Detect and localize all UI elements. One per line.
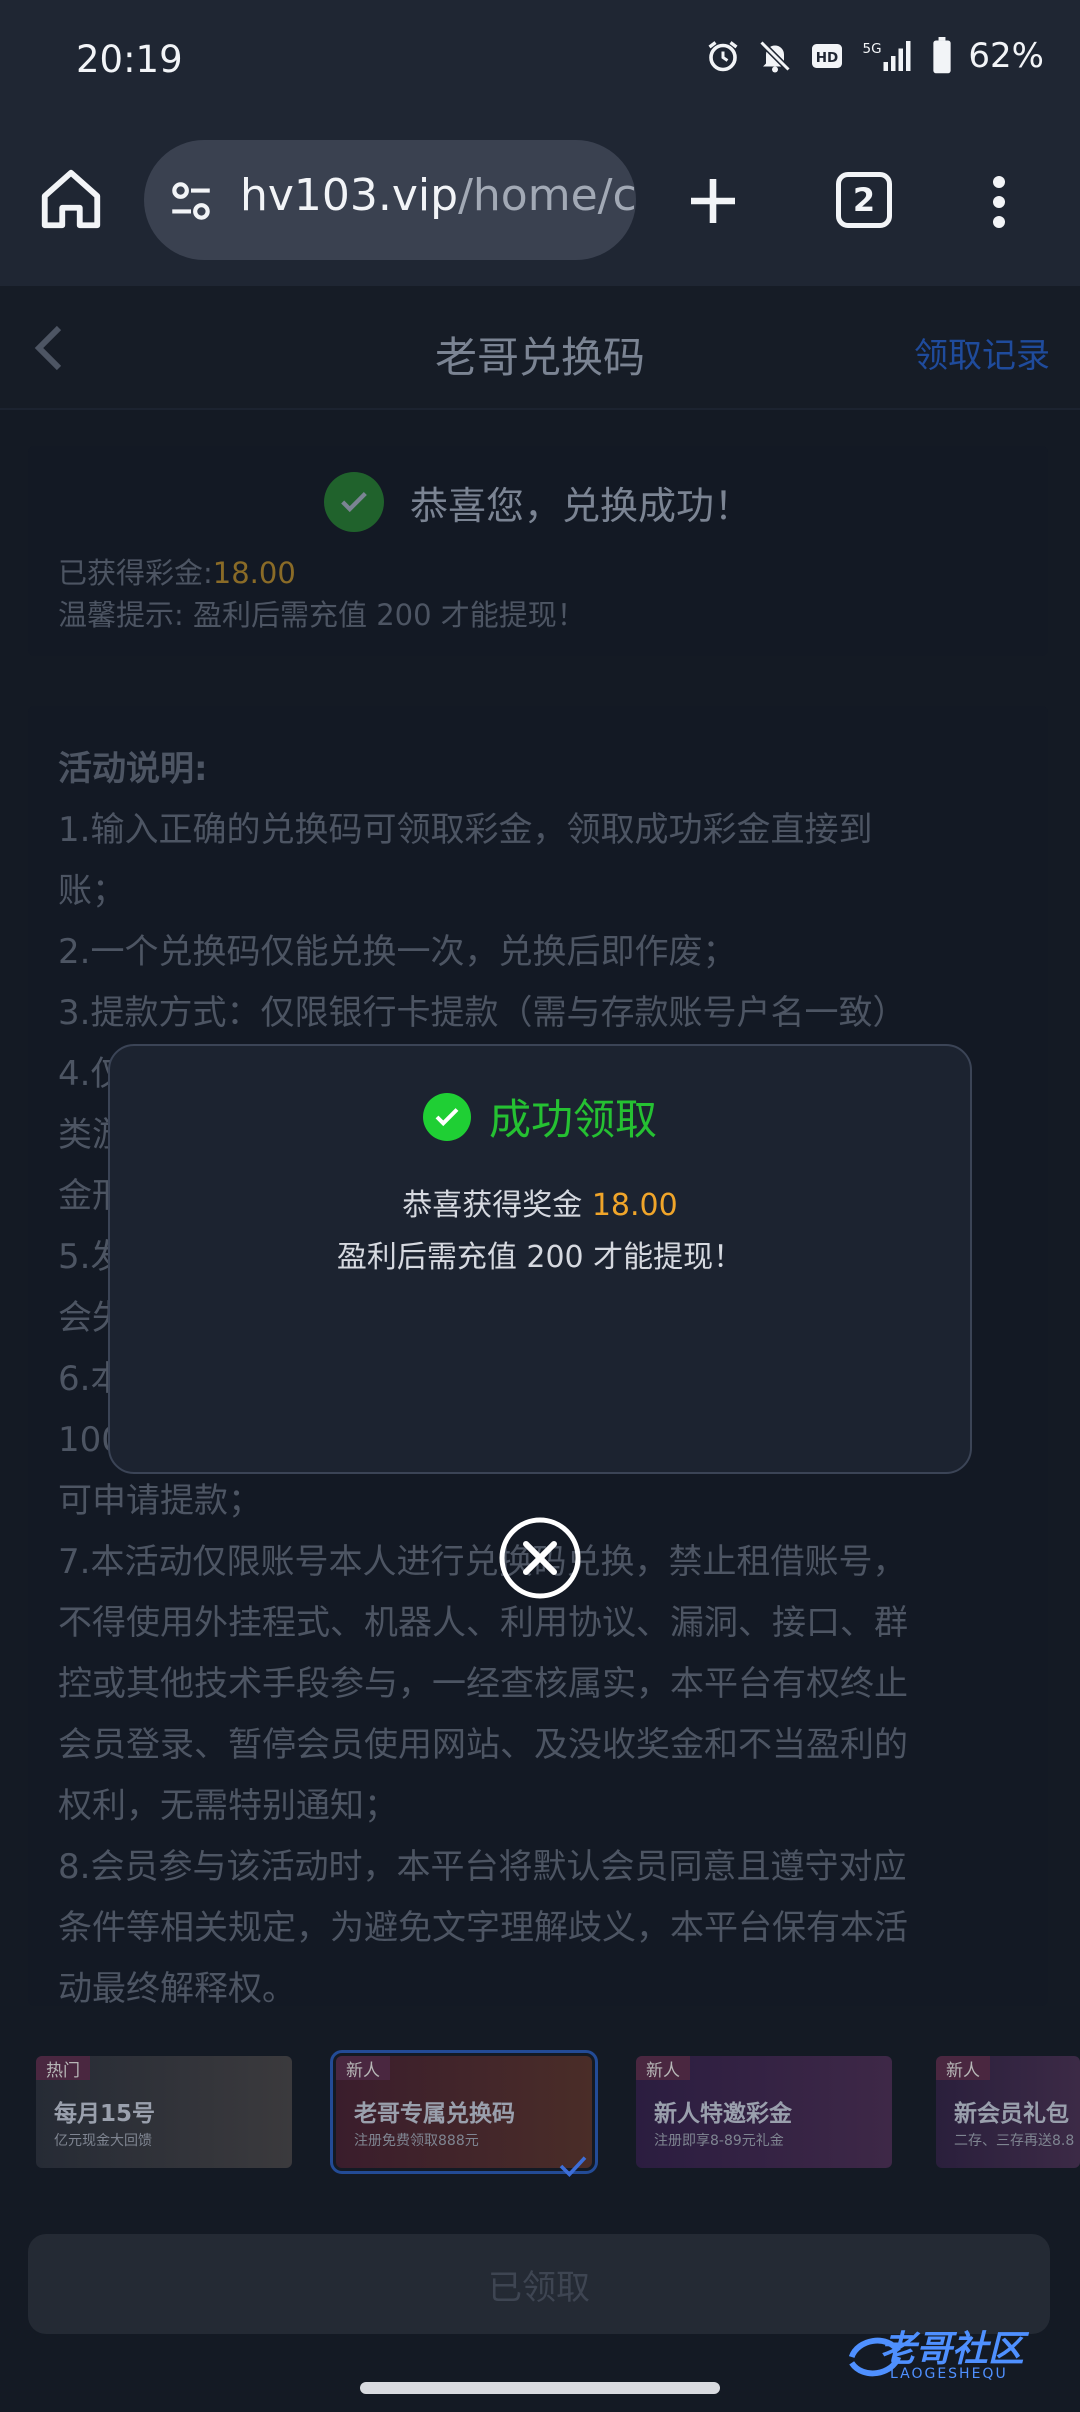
watermark-text: 老哥社区 (880, 2329, 1025, 2370)
bonus-line: 恭喜获得奖金 18.00 (110, 1180, 970, 1224)
bonus-label: 恭喜获得奖金 (402, 1188, 583, 1223)
bell-off-icon (756, 37, 794, 75)
hd-icon: HD (808, 37, 846, 75)
dialog-title: 成功领取 (488, 1095, 657, 1144)
address-bar[interactable]: hv103.vip/home/c (144, 140, 636, 260)
close-icon[interactable] (498, 1516, 582, 1600)
banner-title: 新人特邀彩金 (654, 2101, 792, 2127)
promo-banner-selected[interactable]: 新人 老哥专属兑换码 注册免费领取888元 (330, 2050, 598, 2174)
rule-line: 1.输入正确的兑换码可领取彩金，领取成功彩金直接到 (58, 810, 873, 850)
watermark-logo: 老哥社区 LAOGESHEQU (840, 2316, 1070, 2396)
promo-banner[interactable]: 新人 新人特邀彩金 注册即享8-89元礼金 (636, 2056, 892, 2168)
promo-carousel: 热门 每月15号 亿元现金大回馈 新人 老哥专属兑换码 注册免费领取888元 新… (0, 2050, 1080, 2216)
banner-subtitle: 注册即享8-89元礼金 (654, 2133, 784, 2149)
withdraw-requirement: 盈利后需充值 200 才能提现！ (336, 1240, 744, 1275)
success-dialog: 成功领取 恭喜获得奖金 18.00 盈利后需充值 200 才能提现！ (108, 1044, 972, 1474)
page-header: 老哥兑换码 领取记录 (0, 286, 1080, 410)
banner-tag: 新人 (636, 2056, 690, 2081)
banner-tag: 新人 (336, 2056, 390, 2081)
svg-text:5G: 5G (863, 41, 882, 57)
bonus-amount: 18.00 (591, 1188, 678, 1223)
battery-percent: 62% (968, 36, 1044, 76)
activity-heading: 活动说明: (58, 749, 208, 789)
banner-subtitle: 亿元现金大回馈 (54, 2133, 152, 2149)
promo-banner[interactable]: 新人 新会员礼包 二存、三存再送8.8 (936, 2056, 1080, 2168)
check-circle-icon (323, 472, 384, 532)
rule-line: 8.会员参与该活动时，本平台将默认会员同意且遵守对应 (58, 1847, 907, 1887)
more-menu-icon[interactable] (984, 172, 1014, 232)
banner-subtitle: 注册免费领取888元 (354, 2133, 479, 2149)
site-settings-icon[interactable] (166, 176, 216, 226)
rule-line: 动最终解释权。 (58, 1969, 296, 2009)
gesture-nav-handle[interactable] (360, 2382, 720, 2394)
url-text[interactable]: hv103.vip/home/c (240, 170, 636, 221)
alarm-icon (704, 37, 742, 75)
rule-line: 2.一个兑换码仅能兑换一次，兑换后即作废； (58, 932, 737, 972)
rule-line: 账； (58, 871, 126, 911)
battery-icon (930, 37, 954, 75)
gained-amount-line: 已获得彩金:18.00 (58, 550, 296, 592)
signal-icon: 5G (860, 37, 916, 75)
rule-line: 控或其他技术手段参与，一经查核属实，本平台有权终止 (58, 1664, 908, 1704)
banner-tag: 热门 (36, 2056, 90, 2081)
tip-line: 温馨提示: 盈利后需充值 200 才能提现！ (58, 598, 586, 632)
url-path: /home/c (458, 170, 636, 221)
status-time: 20:19 (76, 38, 183, 81)
home-icon[interactable] (36, 164, 106, 234)
rule-line: 会员登录、暂停会员使用网站、及没收奖金和不当盈利的 (58, 1725, 908, 1765)
status-bar: 20:19 HD 5G 62% (0, 0, 1080, 128)
rule-line: 3.提款方式：仅限银行卡提款（需与存款账号户名一致） (58, 993, 907, 1033)
rule-line: 不得使用外挂程式、机器人、利用协议、漏洞、接口、群 (58, 1603, 908, 1643)
banner-title: 新会员礼包 (954, 2101, 1069, 2127)
promo-banner[interactable]: 热门 每月15号 亿元现金大回馈 (36, 2056, 292, 2168)
records-link[interactable]: 领取记录 (914, 328, 1050, 377)
rule-line: 条件等相关规定，为避免文字理解歧义，本平台保有本活 (58, 1908, 908, 1948)
check-circle-icon (422, 1092, 471, 1141)
redeem-success-card: 恭喜您，兑换成功！ 已获得彩金:18.00 温馨提示: 盈利后需充值 200 才… (28, 446, 1048, 656)
banner-title: 每月15号 (54, 2101, 156, 2127)
rule-line: 权利，无需特别通知； (58, 1786, 398, 1826)
success-message: 恭喜您，兑换成功！ (409, 483, 752, 528)
watermark-subtext: LAOGESHEQU (890, 2366, 1008, 2382)
banner-title: 老哥专属兑换码 (354, 2101, 515, 2127)
banner-tag: 新人 (936, 2056, 990, 2081)
selected-check-icon (558, 2154, 588, 2178)
url-host: hv103.vip (240, 170, 459, 221)
gained-label: 已获得彩金: (58, 556, 213, 590)
gained-amount: 18.00 (212, 556, 296, 590)
status-icons: HD 5G 62% (704, 36, 1044, 76)
tab-switcher-button[interactable]: 2 (836, 172, 892, 228)
svg-text:HD: HD (816, 50, 839, 66)
new-tab-icon[interactable] (680, 168, 746, 234)
banner-subtitle: 二存、三存再送8.8 (954, 2133, 1075, 2149)
browser-toolbar: hv103.vip/home/c 2 (0, 128, 1080, 286)
